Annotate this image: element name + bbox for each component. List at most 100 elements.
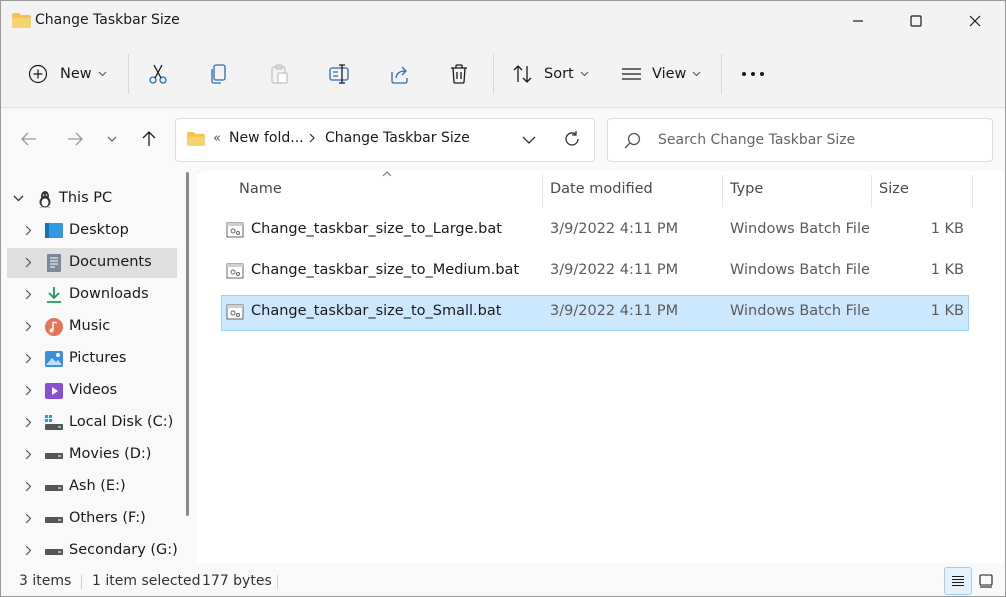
view-button[interactable]: View — [621, 56, 701, 92]
pictures-icon — [45, 351, 63, 367]
command-bar: New Sort View — [1, 42, 1005, 108]
title-bar: Change Taskbar Size — [1, 1, 1005, 42]
window-title: Change Taskbar Size — [35, 12, 180, 28]
nav-item-documents[interactable]: Documents — [7, 248, 177, 278]
chevron-down-icon — [98, 71, 107, 77]
more-options-button[interactable] — [741, 56, 765, 92]
refresh-button[interactable] — [563, 130, 581, 152]
column-header-type[interactable]: Type — [730, 181, 763, 197]
nav-label: Pictures — [69, 350, 127, 366]
forward-button[interactable] — [61, 125, 89, 153]
chevron-right-icon — [25, 481, 32, 492]
details-view-icon — [952, 575, 964, 587]
nav-item-ash-drive[interactable]: Ash (E:) — [1, 472, 181, 502]
cut-button[interactable] — [147, 56, 169, 92]
status-bar: 3 items 1 item selected 177 bytes — [1, 563, 1005, 596]
chevron-right-icon — [25, 417, 32, 428]
nav-item-secondary-drive[interactable]: Secondary (G:) — [1, 536, 181, 566]
nav-label: Movies (D:) — [69, 446, 152, 462]
scissors-icon — [149, 64, 167, 84]
share-button[interactable] — [389, 56, 411, 92]
address-bar[interactable]: « New fold... Change Taskbar Size — [175, 118, 595, 162]
recent-locations-button[interactable] — [98, 125, 126, 153]
search-placeholder: Search Change Taskbar Size — [658, 132, 856, 148]
thumbnail-view-icon — [979, 574, 993, 588]
minimize-button[interactable] — [829, 1, 887, 41]
paste-button[interactable] — [268, 56, 290, 92]
breadcrumb-segment[interactable]: Change Taskbar Size — [325, 130, 470, 146]
desktop-icon — [45, 223, 63, 238]
close-button[interactable] — [946, 1, 1004, 41]
rename-button[interactable] — [328, 56, 352, 92]
new-button[interactable]: New — [28, 56, 107, 92]
maximize-button[interactable] — [887, 1, 945, 41]
file-type: Windows Batch File — [730, 221, 870, 237]
sort-label: Sort — [544, 66, 574, 82]
batch-file-icon — [226, 263, 244, 279]
chevron-down-icon — [693, 71, 701, 77]
batch-file-icon — [226, 222, 244, 238]
minimize-icon — [853, 20, 863, 22]
nav-item-videos[interactable]: Videos — [1, 376, 181, 406]
nav-label: Documents — [69, 254, 152, 270]
up-button[interactable] — [135, 125, 163, 153]
selection-size: 177 bytes — [202, 573, 272, 589]
nav-item-movies-drive[interactable]: Movies (D:) — [1, 440, 181, 470]
arrow-right-icon — [68, 132, 83, 146]
address-overflow[interactable]: « — [213, 131, 221, 146]
videos-icon — [45, 383, 63, 399]
nav-item-pictures[interactable]: Pictures — [1, 344, 181, 374]
nav-scrollbar[interactable] — [186, 172, 189, 516]
chevron-right-icon — [25, 353, 32, 364]
file-row[interactable]: Change_taskbar_size_to_Large.bat 3/9/202… — [221, 213, 969, 249]
share-icon — [391, 66, 408, 84]
more-icon — [742, 72, 764, 76]
item-count: 3 items — [19, 573, 72, 589]
delete-button[interactable] — [449, 56, 469, 92]
nav-item-others-drive[interactable]: Others (F:) — [1, 504, 181, 534]
search-box[interactable]: Search Change Taskbar Size — [607, 118, 993, 162]
view-label: View — [652, 66, 687, 82]
file-row-selected[interactable]: Change_taskbar_size_to_Small.bat 3/9/202… — [221, 295, 969, 331]
details-view-button[interactable] — [944, 567, 972, 595]
nav-item-downloads[interactable]: Downloads — [1, 280, 181, 310]
drive-icon — [45, 549, 63, 555]
file-date: 3/9/2022 4:11 PM — [550, 262, 679, 278]
chevron-right-icon — [309, 131, 315, 147]
address-dropdown-button[interactable] — [522, 133, 536, 149]
nav-item-local-disk[interactable]: Local Disk (C:) — [1, 408, 181, 438]
close-icon — [969, 15, 981, 27]
file-row[interactable]: Change_taskbar_size_to_Medium.bat 3/9/20… — [221, 254, 969, 290]
breadcrumb-segment[interactable]: New fold... — [229, 130, 304, 146]
nav-label: Videos — [69, 382, 118, 398]
sort-icon — [513, 65, 532, 83]
this-pc-icon — [39, 191, 51, 208]
thumbnail-view-button[interactable] — [972, 567, 1000, 595]
nav-label: This PC — [59, 190, 113, 206]
chevron-right-icon — [25, 257, 32, 268]
nav-label: Desktop — [69, 222, 129, 238]
copy-button[interactable] — [208, 56, 230, 92]
column-header-name[interactable]: Name — [239, 181, 282, 197]
plus-circle-icon — [28, 64, 48, 84]
file-type: Windows Batch File — [730, 303, 870, 319]
documents-icon — [47, 254, 61, 272]
back-button[interactable] — [15, 125, 43, 153]
new-label: New — [60, 66, 92, 82]
drive-icon — [45, 453, 63, 459]
view-icon — [622, 68, 641, 80]
drive-icon — [45, 517, 63, 523]
paste-icon — [271, 64, 288, 84]
chevron-right-icon — [25, 545, 32, 556]
nav-item-this-pc[interactable]: This PC — [1, 184, 181, 214]
local-disk-icon — [45, 415, 63, 430]
chevron-right-icon — [25, 321, 32, 332]
copy-icon — [211, 64, 226, 84]
sort-button[interactable]: Sort — [512, 56, 589, 92]
nav-item-desktop[interactable]: Desktop — [1, 216, 181, 246]
file-date: 3/9/2022 4:11 PM — [550, 221, 679, 237]
column-header-size[interactable]: Size — [879, 181, 909, 197]
column-header-date[interactable]: Date modified — [550, 181, 653, 197]
chevron-right-icon — [25, 513, 32, 524]
nav-item-music[interactable]: Music — [1, 312, 181, 342]
